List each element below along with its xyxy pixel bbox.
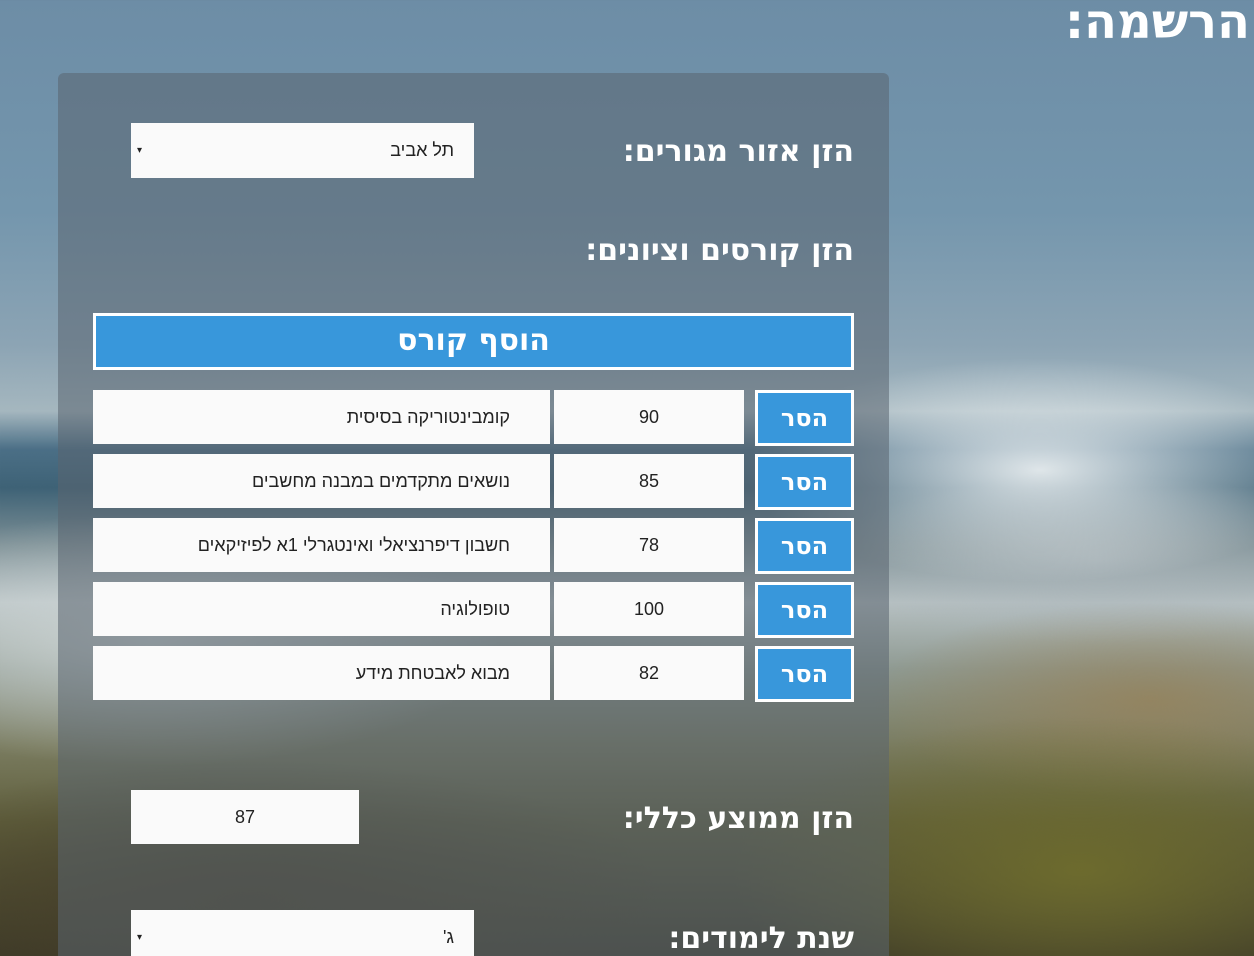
course-row: טופולוגיה 100 הסר [93, 582, 854, 638]
course-row: מבוא לאבטחת מידע 82 הסר [93, 646, 854, 702]
course-row: קומבינטוריקה בסיסית 90 הסר [93, 390, 854, 446]
remove-course-button[interactable]: הסר [755, 646, 854, 702]
add-course-button[interactable]: הוסף קורס [93, 313, 854, 370]
dropdown-arrow-icon: ▾ [137, 145, 143, 156]
course-row: חשבון דיפרנציאלי ואינטגרלי 1א לפיזיקאים 7… [93, 518, 854, 574]
remove-course-button[interactable]: הסר [755, 454, 854, 510]
course-name-field[interactable]: נושאים מתקדמים במבנה מחשבים [93, 454, 550, 508]
course-name-field[interactable]: טופולוגיה [93, 582, 550, 636]
residence-select[interactable]: תל אביב ▾ [131, 123, 474, 178]
course-grade-field[interactable]: 78 [554, 518, 744, 572]
course-name-field[interactable]: חשבון דיפרנציאלי ואינטגרלי 1א לפיזיקאים [93, 518, 550, 572]
course-name-field[interactable]: מבוא לאבטחת מידע [93, 646, 550, 700]
dropdown-arrow-icon: ▾ [137, 932, 143, 943]
remove-course-button[interactable]: הסר [755, 582, 854, 638]
course-grade-field[interactable]: 85 [554, 454, 744, 508]
average-label: הזן ממוצע כללי: [622, 801, 854, 836]
study-year-selected-value: ג' [442, 927, 454, 947]
course-grade-field[interactable]: 90 [554, 390, 744, 444]
remove-course-button[interactable]: הסר [755, 390, 854, 446]
average-input[interactable]: 87 [131, 790, 359, 844]
residence-label: הזן אזור מגורים: [622, 134, 854, 169]
page-title: הרשמה: [1064, 0, 1250, 50]
residence-selected-value: תל אביב [390, 140, 454, 160]
courses-label: הזן קורסים וציונים: [585, 233, 854, 268]
course-row: נושאים מתקדמים במבנה מחשבים 85 הסר [93, 454, 854, 510]
course-grade-field[interactable]: 100 [554, 582, 744, 636]
study-year-label: שנת לימודים: [668, 921, 854, 956]
study-year-select[interactable]: ג' ▾ [131, 910, 474, 956]
registration-form-panel: הזן אזור מגורים: תל אביב ▾ הזן קורסים וצ… [58, 73, 889, 956]
course-grade-field[interactable]: 82 [554, 646, 744, 700]
course-name-field[interactable]: קומבינטוריקה בסיסית [93, 390, 550, 444]
remove-course-button[interactable]: הסר [755, 518, 854, 574]
